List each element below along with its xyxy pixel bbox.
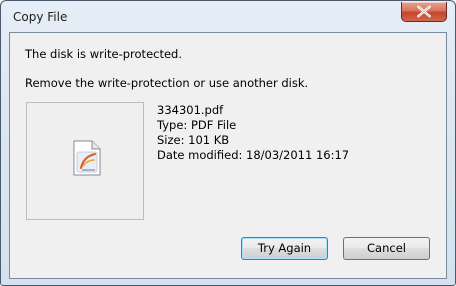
file-thumbnail bbox=[26, 102, 144, 220]
close-icon bbox=[417, 5, 431, 18]
file-size: Size: 101 KB bbox=[157, 133, 230, 147]
try-again-button[interactable]: Try Again bbox=[241, 237, 328, 260]
copy-file-dialog: Copy File The disk is write-protected. R… bbox=[0, 0, 456, 286]
close-button[interactable] bbox=[401, 2, 447, 22]
pdf-file-icon bbox=[73, 140, 101, 176]
error-message: The disk is write-protected. bbox=[25, 47, 183, 61]
dialog-content: The disk is write-protected. Remove the … bbox=[9, 32, 447, 279]
file-details: 334301.pdf Type: PDF File Size: 101 KB D… bbox=[157, 103, 349, 163]
file-type: Type: PDF File bbox=[157, 118, 237, 132]
window-title: Copy File bbox=[13, 10, 68, 24]
title-bar[interactable]: Copy File bbox=[1, 1, 455, 33]
file-name: 334301.pdf bbox=[157, 103, 224, 117]
cancel-button[interactable]: Cancel bbox=[343, 237, 430, 260]
instruction-message: Remove the write-protection or use anoth… bbox=[25, 76, 309, 90]
file-date-modified: Date modified: 18/03/2011 16:17 bbox=[157, 148, 350, 162]
